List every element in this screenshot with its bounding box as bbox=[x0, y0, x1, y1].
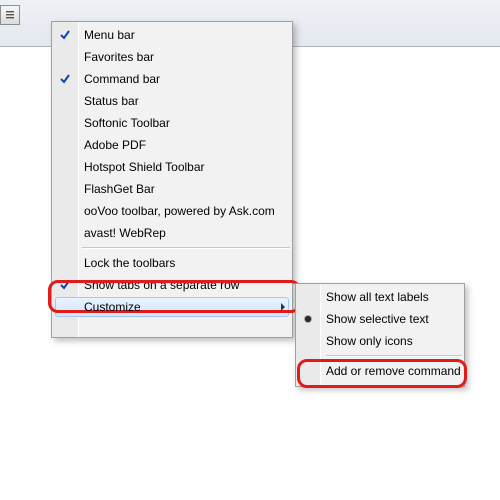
menu-item-label: Command bar bbox=[84, 68, 274, 90]
menu-item-command-bar[interactable]: Command bar bbox=[52, 68, 292, 90]
check-icon bbox=[52, 200, 78, 222]
submenu-arrow-icon bbox=[280, 296, 286, 318]
menu-item-label: Show selective text bbox=[326, 308, 460, 330]
menu-separator bbox=[326, 355, 462, 357]
menu-item-avast-webrep[interactable]: avast! WebRep bbox=[52, 222, 292, 244]
menu-item-add-or-remove-commands[interactable]: Add or remove commands bbox=[296, 360, 464, 382]
menu-item-hotspot-shield-toolbar[interactable]: Hotspot Shield Toolbar bbox=[52, 156, 292, 178]
menu-item-label: Customize bbox=[84, 296, 274, 318]
check-icon bbox=[52, 274, 78, 296]
toolbars-context-menu[interactable]: Menu barFavorites barCommand barStatus b… bbox=[51, 21, 293, 338]
check-icon bbox=[52, 156, 78, 178]
menu-item-show-all-text-labels[interactable]: Show all text labels bbox=[296, 286, 464, 308]
check-icon bbox=[296, 360, 320, 382]
menu-item-show-tabs-on-a-separate-row[interactable]: Show tabs on a separate row bbox=[52, 274, 292, 296]
menu-item-label: Show tabs on a separate row bbox=[84, 274, 274, 296]
menu-item-softonic-toolbar[interactable]: Softonic Toolbar bbox=[52, 112, 292, 134]
menu-item-label: Add or remove commands bbox=[326, 360, 460, 382]
menu-item-show-only-icons[interactable]: Show only icons bbox=[296, 330, 464, 352]
menu-item-label: Lock the toolbars bbox=[84, 252, 274, 274]
radio-icon bbox=[296, 308, 320, 330]
menu-item-menu-bar[interactable]: Menu bar bbox=[52, 24, 292, 46]
menu-item-lock-the-toolbars[interactable]: Lock the toolbars bbox=[52, 252, 292, 274]
menu-item-label: Favorites bar bbox=[84, 46, 274, 68]
menu-item-show-selective-text[interactable]: Show selective text bbox=[296, 308, 464, 330]
menu-item-label: Softonic Toolbar bbox=[84, 112, 274, 134]
menu-item-label: Menu bar bbox=[84, 24, 274, 46]
check-icon bbox=[52, 24, 78, 46]
check-icon bbox=[52, 178, 78, 200]
check-icon bbox=[52, 252, 78, 274]
menu-item-oovoo-toolbar-powered-by-ask-com[interactable]: ooVoo toolbar, powered by Ask.com bbox=[52, 200, 292, 222]
menu-item-favorites-bar[interactable]: Favorites bar bbox=[52, 46, 292, 68]
customize-submenu[interactable]: Show all text labelsShow selective textS… bbox=[295, 283, 465, 387]
check-icon bbox=[52, 112, 78, 134]
radio-icon bbox=[296, 330, 320, 352]
check-icon bbox=[52, 68, 78, 90]
menu-item-adobe-pdf[interactable]: Adobe PDF bbox=[52, 134, 292, 156]
menu-item-label: ooVoo toolbar, powered by Ask.com bbox=[84, 200, 274, 222]
check-icon bbox=[52, 134, 78, 156]
list-icon bbox=[5, 10, 15, 20]
menu-separator bbox=[82, 247, 290, 249]
menu-item-label: Show only icons bbox=[326, 330, 460, 352]
toolbar-dropdown-button[interactable] bbox=[0, 5, 20, 25]
check-icon bbox=[52, 46, 78, 68]
menu-item-label: avast! WebRep bbox=[84, 222, 274, 244]
menu-item-status-bar[interactable]: Status bar bbox=[52, 90, 292, 112]
menu-item-customize[interactable]: Customize bbox=[52, 296, 292, 318]
check-icon bbox=[52, 90, 78, 112]
menu-item-label: FlashGet Bar bbox=[84, 178, 274, 200]
check-icon bbox=[52, 222, 78, 244]
menu-item-label: Hotspot Shield Toolbar bbox=[84, 156, 274, 178]
menu-item-label: Status bar bbox=[84, 90, 274, 112]
window-background: Menu barFavorites barCommand barStatus b… bbox=[0, 0, 500, 500]
menu-item-flashget-bar[interactable]: FlashGet Bar bbox=[52, 178, 292, 200]
menu-item-label: Show all text labels bbox=[326, 286, 460, 308]
menu-item-label: Adobe PDF bbox=[84, 134, 274, 156]
check-icon bbox=[52, 296, 78, 318]
radio-icon bbox=[296, 286, 320, 308]
